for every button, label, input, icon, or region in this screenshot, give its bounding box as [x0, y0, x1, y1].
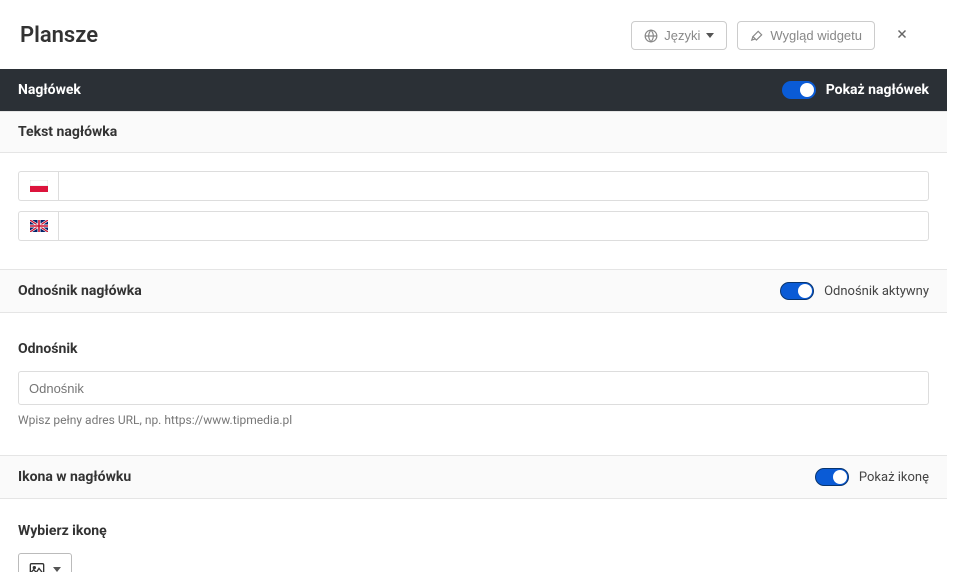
choose-icon-label: Wybierz ikonę [18, 523, 929, 539]
page-header: Plansze Języki Wygląd widgetu [0, 0, 947, 69]
show-icon-toggle[interactable] [815, 468, 849, 486]
section-odnosnik-naglowka: Odnośnik nagłówka Odnośnik aktywny [0, 269, 947, 313]
link-field-label: Odnośnik [18, 341, 929, 357]
brush-icon [750, 29, 764, 43]
header-actions: Języki Wygląd widgetu [631, 20, 927, 51]
header-text-en-input[interactable] [58, 211, 929, 241]
flag-pl [18, 171, 58, 201]
link-active-toggle-wrap: Odnośnik aktywny [780, 282, 929, 300]
languages-button[interactable]: Języki [631, 21, 727, 50]
chevron-down-icon [706, 33, 714, 38]
uk-flag-icon [30, 220, 48, 232]
section-ikona: Ikona w nagłówku Pokaż ikonę [0, 455, 947, 499]
section-header-naglowek: Nagłówek Pokaż nagłówek [0, 69, 947, 111]
widget-label: Wygląd widgetu [770, 28, 862, 43]
section-title: Tekst nagłówka [18, 124, 117, 140]
section-title: Nagłówek [18, 82, 81, 98]
chevron-down-icon [53, 567, 61, 572]
show-header-label: Pokaż nagłówek [826, 82, 929, 98]
show-header-toggle[interactable] [782, 81, 816, 99]
languages-label: Języki [664, 28, 700, 43]
close-icon [895, 27, 909, 41]
image-icon [29, 562, 45, 572]
section-title: Ikona w nagłówku [18, 469, 131, 485]
header-text-pl-input[interactable] [58, 171, 929, 201]
section-title: Odnośnik nagłówka [18, 283, 142, 299]
polish-flag-icon [30, 180, 48, 192]
main-scroll[interactable]: Plansze Języki Wygląd widgetu Nagłówek P… [0, 0, 947, 572]
show-header-toggle-wrap: Pokaż nagłówek [782, 81, 929, 99]
close-button[interactable] [885, 20, 927, 51]
page-title: Plansze [20, 23, 98, 48]
header-text-inputs [0, 153, 947, 269]
icon-picker-button[interactable] [18, 553, 72, 572]
show-icon-toggle-wrap: Pokaż ikonę [815, 468, 929, 486]
icon-block: Wybierz ikonę [0, 499, 947, 572]
flag-uk [18, 211, 58, 241]
show-icon-label: Pokaż ikonę [859, 470, 929, 485]
globe-icon [644, 29, 658, 43]
header-text-en-row [18, 211, 929, 241]
link-block: Odnośnik Wpisz pełny adres URL, np. http… [0, 313, 947, 455]
link-helper-text: Wpisz pełny adres URL, np. https://www.t… [18, 413, 929, 427]
header-text-pl-row [18, 171, 929, 201]
section-tekst-naglowka: Tekst nagłówka [0, 111, 947, 153]
link-active-label: Odnośnik aktywny [824, 284, 929, 299]
link-input[interactable] [18, 371, 929, 405]
link-active-toggle[interactable] [780, 282, 814, 300]
widget-appearance-button[interactable]: Wygląd widgetu [737, 21, 875, 50]
